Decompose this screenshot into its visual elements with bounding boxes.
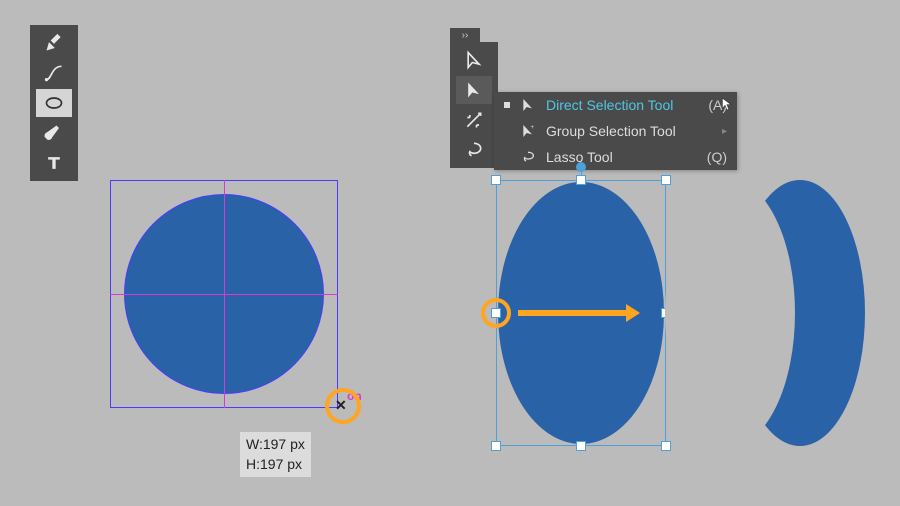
magic-wand-icon <box>464 110 484 130</box>
center-guide-vertical <box>224 180 225 408</box>
direct-selection-icon <box>520 97 536 113</box>
curvature-icon <box>44 63 64 83</box>
resize-handle[interactable] <box>491 441 501 451</box>
pen-icon <box>44 33 64 53</box>
ellipse-tool[interactable] <box>36 89 72 117</box>
circle-bounding-group <box>110 180 338 408</box>
rotate-handle-icon[interactable] <box>576 162 586 172</box>
lasso-icon <box>464 140 484 160</box>
resize-handle[interactable] <box>576 175 586 185</box>
magic-wand-tool[interactable] <box>456 106 492 134</box>
type-tool[interactable] <box>36 149 72 177</box>
flyout-item-group-selection[interactable]: + Group Selection Tool ▸ <box>494 118 737 144</box>
selection-tool[interactable] <box>456 46 492 74</box>
crescent-cutout <box>665 180 795 446</box>
mouse-cursor-icon <box>719 96 735 112</box>
highlight-ring <box>481 298 511 328</box>
resize-handle[interactable] <box>491 175 501 185</box>
height-label: H:197 px <box>246 456 302 472</box>
panel-expand-tab[interactable]: ›› <box>450 28 480 42</box>
flyout-item-direct-selection[interactable]: Direct Selection Tool (A) <box>494 92 737 118</box>
flyout-label: Direct Selection Tool <box>546 97 698 113</box>
flyout-label: Group Selection Tool <box>546 123 712 139</box>
resize-handle[interactable] <box>661 175 671 185</box>
direct-selection-icon <box>464 80 484 100</box>
resize-handle[interactable] <box>661 441 671 451</box>
crescent-shape[interactable] <box>735 180 865 446</box>
lasso-icon <box>520 149 536 165</box>
resize-handle[interactable] <box>576 441 586 451</box>
flyout-item-lasso[interactable]: Lasso Tool (Q) <box>494 144 737 170</box>
right-toolbar <box>450 42 498 168</box>
direct-selection-tool[interactable] <box>456 76 492 104</box>
selection-icon <box>464 50 484 70</box>
tool-flyout-menu: Direct Selection Tool (A) + Group Select… <box>494 92 737 170</box>
submenu-arrow-icon: ▸ <box>722 126 727 137</box>
lasso-tool[interactable] <box>456 136 492 164</box>
left-toolbar <box>30 25 78 181</box>
dimension-tooltip: W:197 px H:197 px <box>240 432 311 477</box>
brush-tool[interactable] <box>36 119 72 147</box>
width-label: W:197 px <box>246 436 305 452</box>
curvature-tool[interactable] <box>36 59 72 87</box>
ellipse-icon <box>44 93 64 113</box>
group-selection-icon: + <box>520 123 536 139</box>
brush-icon <box>44 123 64 143</box>
pen-tool[interactable] <box>36 29 72 57</box>
svg-text:+: + <box>531 125 535 131</box>
drag-arrow-icon <box>518 310 628 316</box>
resize-cursor-icon: ✕ <box>335 398 347 412</box>
flyout-shortcut: (Q) <box>707 149 727 165</box>
active-dot-icon <box>504 102 510 108</box>
flyout-label: Lasso Tool <box>546 149 697 165</box>
type-icon <box>44 153 64 173</box>
